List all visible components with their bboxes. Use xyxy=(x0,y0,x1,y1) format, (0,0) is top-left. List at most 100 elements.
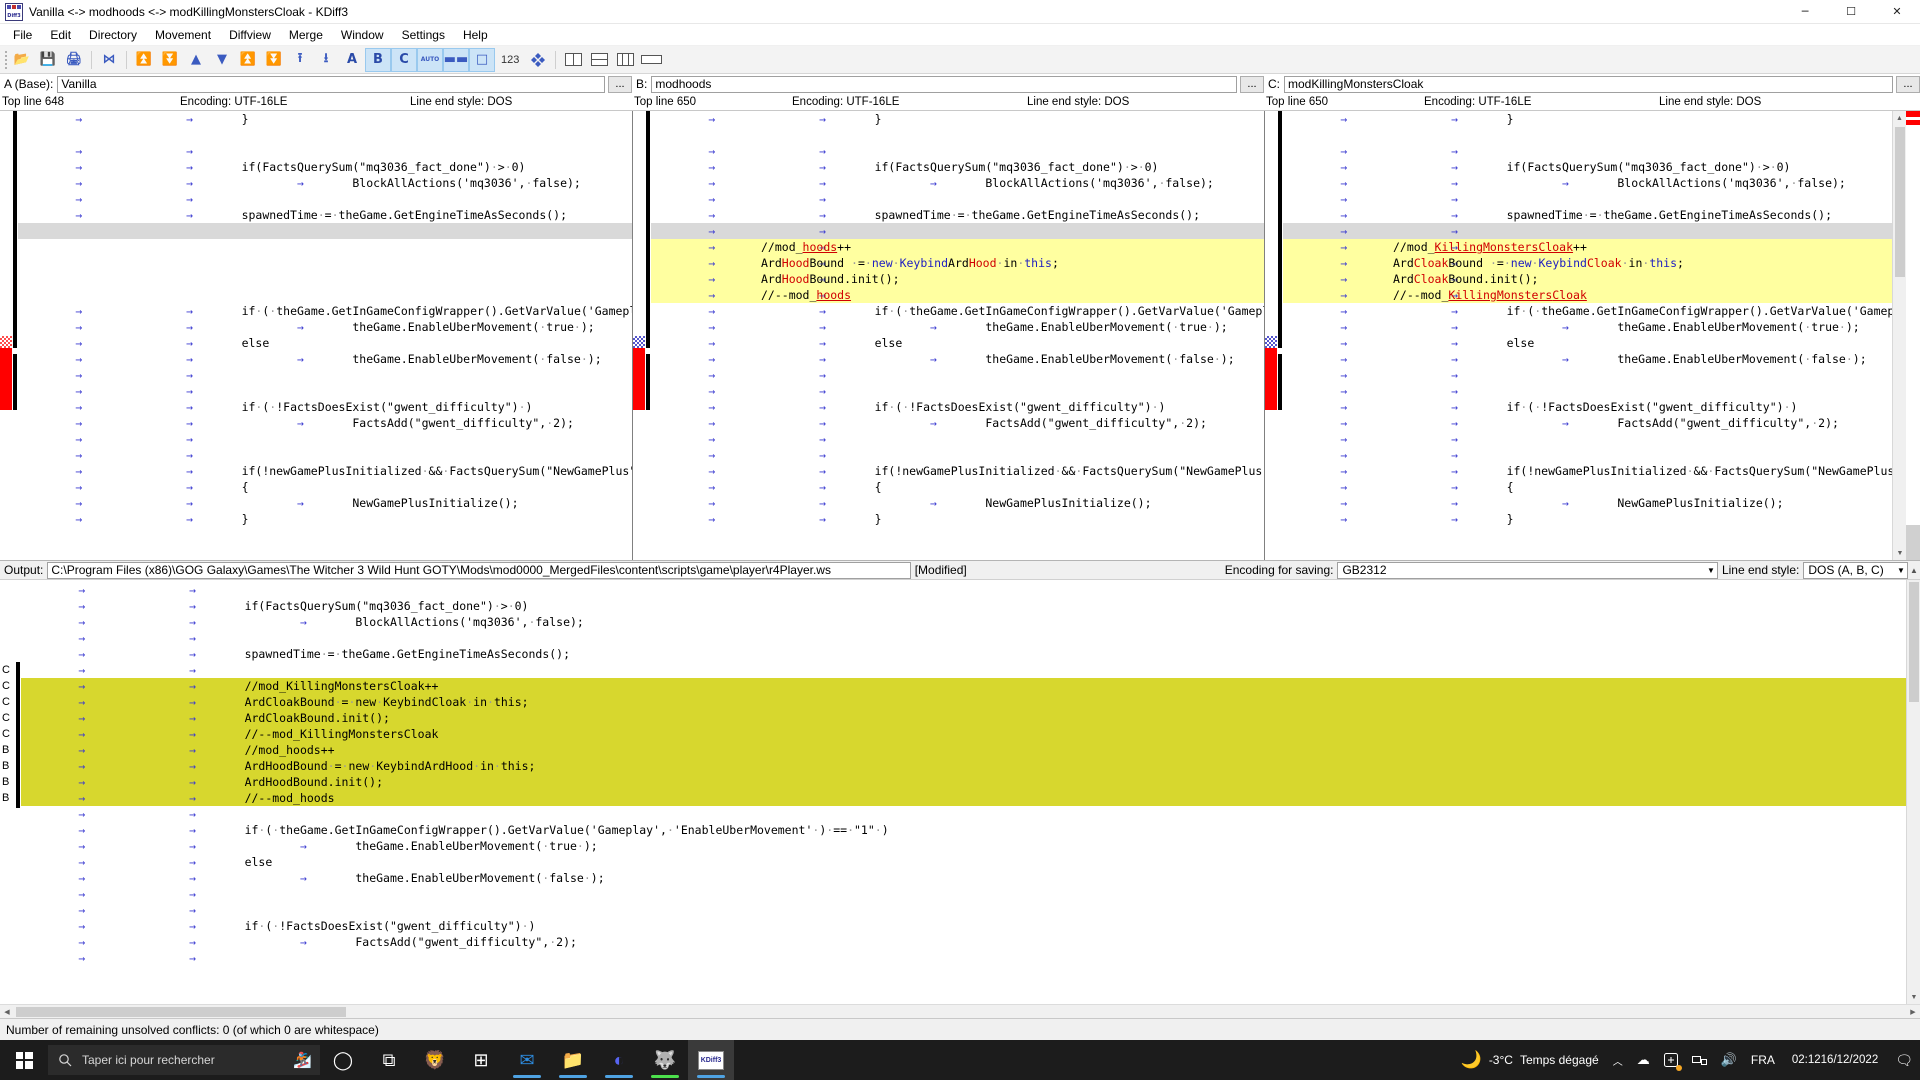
merge-conflict-bar xyxy=(13,580,21,1004)
hscroll-right-arrow[interactable]: ▶ xyxy=(1906,1008,1920,1016)
split-three-icon[interactable] xyxy=(612,48,638,72)
overview-icon[interactable] xyxy=(525,48,551,72)
taskbar-search[interactable]: Taper ici pour rechercher 🏂 xyxy=(48,1045,320,1075)
weather-widget[interactable]: 🌙 -3°C Temps dégagé xyxy=(1454,1040,1606,1080)
line-numbers-toggle[interactable]: 123 xyxy=(495,54,525,66)
mail-icon[interactable]: ✉ xyxy=(504,1040,550,1080)
code-line: → → if(FactsQuerySum("mq3036_fact_done")… xyxy=(75,160,526,174)
merge-horizontal-scrollbar[interactable]: ◀ ▶ xyxy=(0,1004,1920,1018)
scroll-down-arrow[interactable]: ▼ xyxy=(1893,546,1907,560)
minimize-button[interactable]: ─ xyxy=(1782,0,1828,23)
goto-previous-unsolved-conflict-icon[interactable]: ⭱ xyxy=(287,48,313,72)
brave-browser-icon[interactable]: 🦁 xyxy=(412,1040,458,1080)
menu-item-merge[interactable]: Merge xyxy=(280,25,332,45)
diff-pane-c[interactable]: → → } → → → → if(FactsQuerySum("mq3036_f… xyxy=(1264,111,1920,560)
hscroll-thumb[interactable] xyxy=(16,1007,346,1017)
file-c-input[interactable] xyxy=(1284,75,1893,93)
scroll-up-arrow[interactable]: ▲ xyxy=(1893,111,1906,125)
menu-item-settings[interactable]: Settings xyxy=(393,25,454,45)
menu-item-help[interactable]: Help xyxy=(454,25,497,45)
graphics-settings-icon[interactable] xyxy=(1657,1040,1685,1080)
menu-item-window[interactable]: Window xyxy=(332,25,393,45)
automatic-merge-icon[interactable]: AUTO xyxy=(417,47,443,72)
pane-b-summary-column[interactable] xyxy=(633,111,645,560)
goto-next-unsolved-conflict-icon[interactable]: ⭳ xyxy=(313,48,339,72)
encoding-for-saving-value: GB2312 xyxy=(1342,563,1387,577)
pane-b-code[interactable]: → → } → → → → if(FactsQuerySum("mq3036_f… xyxy=(651,111,1264,560)
single-pane-icon[interactable] xyxy=(638,48,664,72)
menu-item-diffview[interactable]: Diffview xyxy=(220,25,280,45)
hscroll-left-arrow[interactable]: ◀ xyxy=(0,1008,14,1016)
toolbar-grip[interactable] xyxy=(2,49,9,71)
output-path-input[interactable] xyxy=(47,561,911,579)
merge-vertical-scrollbar[interactable]: ▼ xyxy=(1906,580,1920,1004)
volume-icon[interactable]: 🔊 xyxy=(1714,1040,1744,1080)
code-line: → → if(FactsQuerySum("mq3036_fact_done")… xyxy=(708,160,1159,174)
goto-previous-difference-icon[interactable]: ▲ xyxy=(183,48,209,72)
compare-icon[interactable]: ⋈ xyxy=(96,48,122,72)
goto-next-conflict-icon[interactable]: ⏬ xyxy=(261,48,287,72)
save-icon[interactable]: 💾 xyxy=(35,48,61,72)
witcher3-icon[interactable]: 🐺 xyxy=(642,1040,688,1080)
show-hidden-icons-button[interactable]: ︿ xyxy=(1606,1040,1630,1080)
menu-item-file[interactable]: File xyxy=(4,25,41,45)
pane-c-summary-column[interactable] xyxy=(1265,111,1277,560)
merge-scroll-thumb[interactable] xyxy=(1909,582,1919,702)
menu-item-edit[interactable]: Edit xyxy=(41,25,80,45)
file-a-browse-button[interactable]: ... xyxy=(608,75,632,93)
output-scroll-up-arrow[interactable]: ▲ xyxy=(1908,566,1920,575)
print-icon[interactable]: 🖨 xyxy=(61,48,87,72)
menu-item-movement[interactable]: Movement xyxy=(146,25,220,45)
choose-a-everywhere-icon[interactable]: A xyxy=(339,48,365,72)
show-white-space-characters-icon[interactable]: □ xyxy=(469,47,495,72)
merge-scroll-down-arrow[interactable]: ▼ xyxy=(1907,990,1920,1004)
pane-c-code[interactable]: → → } → → → → if(FactsQuerySum("mq3036_f… xyxy=(1283,111,1892,560)
action-center-button[interactable]: 🗨 xyxy=(1888,1040,1920,1080)
goto-last-difference-icon[interactable]: ⏬ xyxy=(157,48,183,72)
diff-overview-bar[interactable] xyxy=(1906,111,1920,560)
merge-code-line: → → if·(·theGame.GetInGameConfigWrapper(… xyxy=(78,823,889,837)
show-whitespace-icon[interactable]: ▬▬ xyxy=(443,47,469,72)
file-b-browse-button[interactable]: ... xyxy=(1240,75,1264,93)
choose-c-everywhere-icon[interactable]: C xyxy=(391,47,417,72)
code-line: → → if(FactsQuerySum("mq3036_fact_done")… xyxy=(1340,160,1791,174)
split-horizontal-icon[interactable] xyxy=(586,48,612,72)
goto-first-difference-icon[interactable]: ⏫ xyxy=(131,48,157,72)
close-button[interactable]: ✕ xyxy=(1874,0,1920,23)
scroll-thumb[interactable] xyxy=(1895,127,1905,277)
choose-b-everywhere-icon[interactable]: B xyxy=(365,47,391,72)
merge-code[interactable]: → → → → if(FactsQuerySum("mq3036_fact_do… xyxy=(21,580,1906,1004)
clock[interactable]: 02:12 16/12/2022 xyxy=(1782,1040,1888,1080)
split-vertical-icon[interactable] xyxy=(560,48,586,72)
discord-icon[interactable]: ◐ xyxy=(596,1040,642,1080)
start-button[interactable] xyxy=(0,1040,48,1080)
file-b-input[interactable] xyxy=(651,75,1237,93)
open-icon[interactable]: 📂 xyxy=(9,48,35,72)
maximize-button[interactable]: ☐ xyxy=(1828,0,1874,23)
kdiff3-icon[interactable]: KDiff3 xyxy=(688,1040,734,1080)
network-icon[interactable] xyxy=(1685,1040,1714,1080)
cortana-icon[interactable]: ◯ xyxy=(320,1040,366,1080)
encoding-for-saving-select[interactable]: GB2312 ▼ xyxy=(1337,561,1718,579)
diff-pane-a[interactable]: → → } → → → → if(FactsQuerySum("mq3036_f… xyxy=(0,111,632,560)
file-a-input[interactable] xyxy=(57,75,605,93)
diff-vertical-scrollbar[interactable]: ▲ ▼ xyxy=(1892,111,1907,560)
onedrive-icon[interactable]: ☁ xyxy=(1630,1040,1657,1080)
pane-a-code[interactable]: → → } → → → → if(FactsQuerySum("mq3036_f… xyxy=(18,111,632,560)
goto-previous-conflict-icon[interactable]: ⏫ xyxy=(235,48,261,72)
merge-source-marker: C xyxy=(2,728,10,740)
task-view-icon[interactable]: ⧉ xyxy=(366,1040,412,1080)
code-line: → → //mod_hoods++ xyxy=(651,239,1264,255)
file-c-browse-button[interactable]: ... xyxy=(1896,75,1920,93)
file-explorer-icon[interactable]: 📁 xyxy=(550,1040,596,1080)
microsoft-store-icon[interactable]: ⊞ xyxy=(458,1040,504,1080)
diff-pane-b[interactable]: → → } → → → → if(FactsQuerySum("mq3036_f… xyxy=(632,111,1264,560)
merge-output-pane[interactable]: CCCCCBBBB → → → → if(FactsQuerySum("mq30… xyxy=(0,580,1920,1004)
line-end-style-select[interactable]: DOS (A, B, C) ▼ xyxy=(1803,561,1908,579)
pane-a-summary-column[interactable] xyxy=(0,111,12,560)
menu-item-directory[interactable]: Directory xyxy=(80,25,146,45)
goto-next-difference-icon[interactable]: ▼ xyxy=(209,48,235,72)
merge-code-line: → → //mod_KillingMonstersCloak++ xyxy=(21,678,1906,694)
language-indicator[interactable]: FRA xyxy=(1744,1040,1782,1080)
merge-source-marker: C xyxy=(2,664,10,676)
